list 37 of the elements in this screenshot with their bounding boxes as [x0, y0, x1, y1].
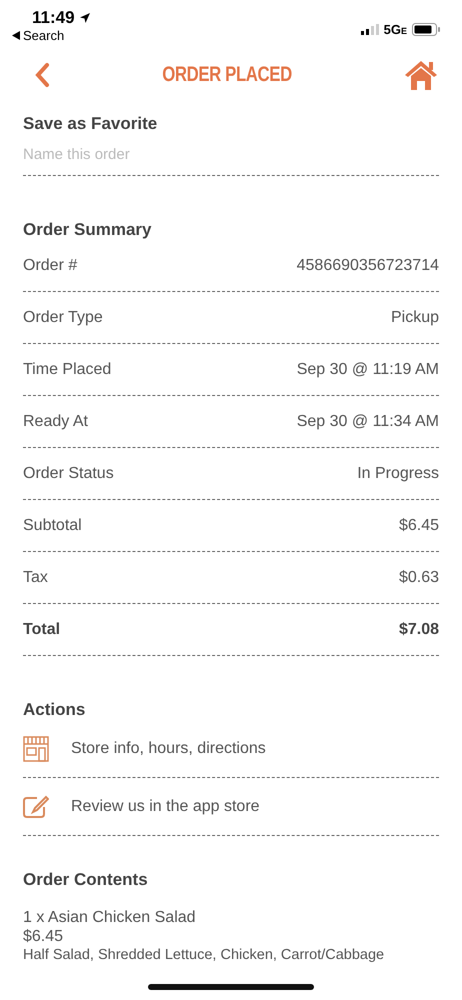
- page-title: ORDER PLACED: [162, 63, 292, 87]
- summary-value: Pickup: [390, 308, 439, 326]
- action-link[interactable]: Store info, hours, directions: [71, 740, 266, 758]
- action-link[interactable]: Review us in the app store: [71, 798, 260, 816]
- summary-label: Order Status: [23, 464, 114, 482]
- home-icon[interactable]: [404, 59, 438, 91]
- section-heading: Order Contents: [23, 869, 149, 890]
- item-details: Half Salad, Shredded Lettuce, Chicken, Carrot/Cabbage: [23, 946, 386, 965]
- clock-time: 11:49: [32, 8, 75, 28]
- section-heading: Save as Favorite: [23, 113, 158, 134]
- item-price: $6.45: [23, 927, 64, 946]
- summary-label: Subtotal: [23, 516, 82, 534]
- summary-label: Tax: [23, 568, 48, 586]
- summary-label: Time Placed: [23, 360, 112, 378]
- storefront-icon[interactable]: [23, 736, 49, 762]
- summary-label: Order #: [23, 256, 78, 274]
- summary-label: Order Type: [23, 308, 103, 326]
- section-heading: Actions: [23, 699, 86, 720]
- edit-pencil-icon[interactable]: [23, 794, 49, 818]
- back-to-search-link[interactable]: Search: [23, 28, 64, 43]
- location-arrow-icon: [78, 12, 91, 24]
- signal-icon: [360, 24, 379, 34]
- back-chevron-icon[interactable]: [34, 62, 50, 88]
- summary-value: $0.63: [398, 568, 439, 586]
- summary-label: Ready At: [23, 412, 88, 430]
- summary-value: $6.45: [398, 516, 439, 534]
- item-name: 1 x Asian Chicken Salad: [23, 908, 197, 927]
- summary-value: In Progress: [357, 464, 439, 482]
- back-triangle-icon[interactable]: [12, 31, 20, 40]
- battery-icon: [412, 22, 440, 36]
- summary-value: Sep 30 @ 11:19 AM: [296, 360, 439, 378]
- summary-label: Total: [23, 620, 60, 638]
- summary-value: $7.08: [398, 620, 439, 638]
- summary-value: 4586690356723714: [296, 256, 439, 274]
- section-heading: Order Summary: [23, 219, 152, 240]
- network-type: 5GE: [384, 22, 407, 36]
- summary-value: Sep 30 @ 11:34 AM: [296, 412, 439, 430]
